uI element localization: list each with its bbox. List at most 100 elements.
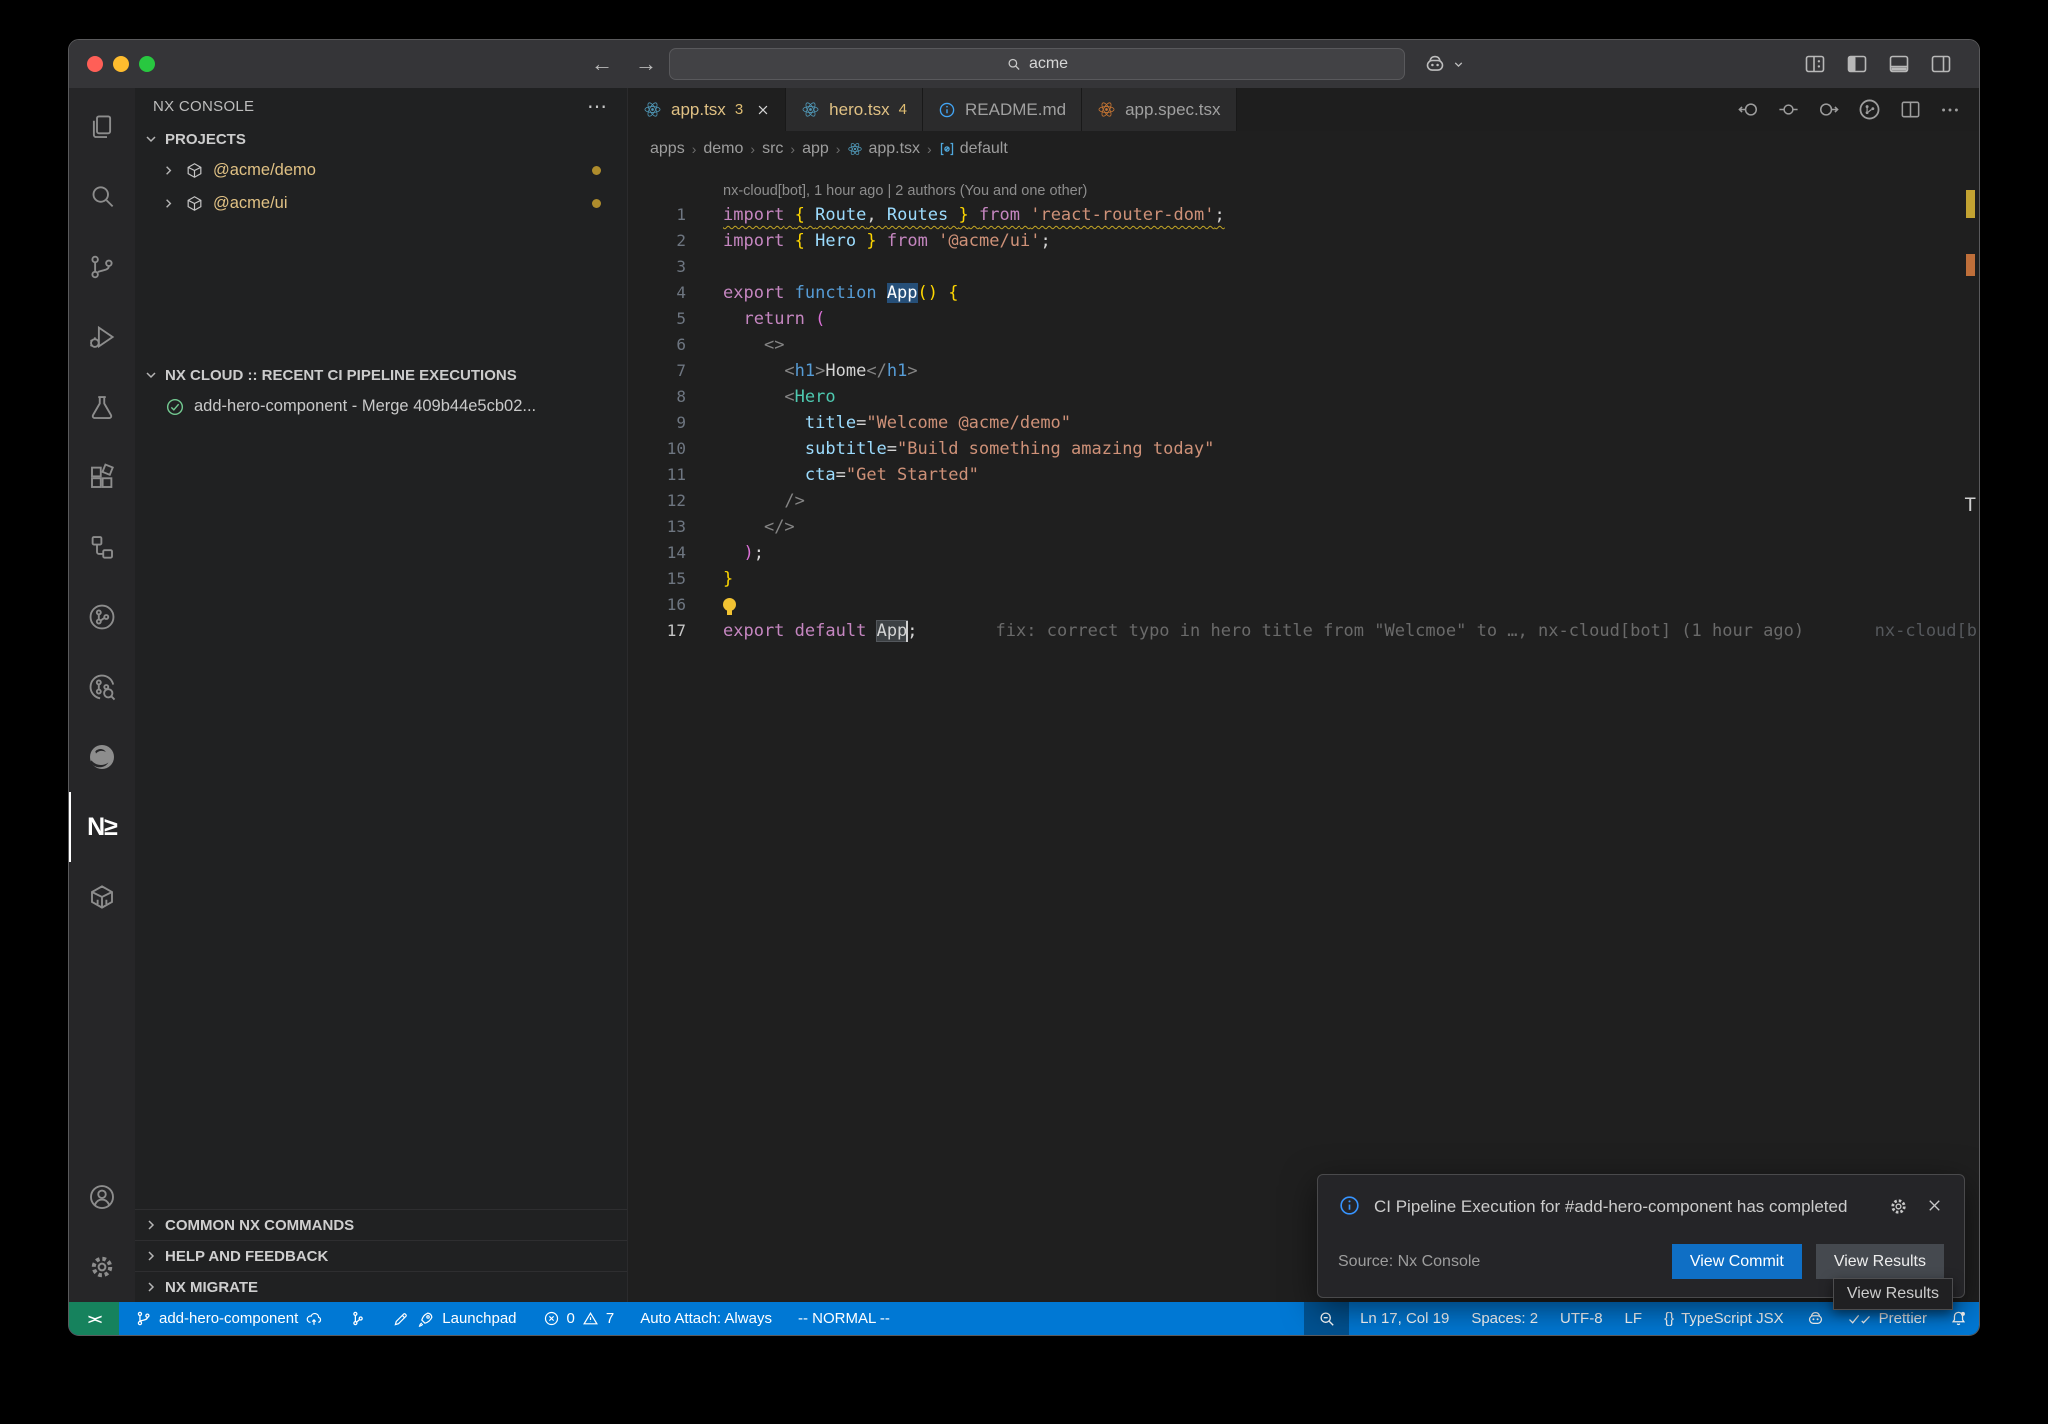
sidebar-item-source-control[interactable]	[69, 232, 135, 302]
code-line-2[interactable]: 2import { Hero } from '@acme/ui';	[628, 228, 1979, 254]
sidebar-item-extensions[interactable]	[69, 442, 135, 512]
settings-button[interactable]	[69, 1232, 135, 1302]
toggle-panel-icon[interactable]	[1887, 52, 1911, 76]
sidebar-more-actions-icon[interactable]: ⋯	[587, 94, 609, 119]
breadcrumb-item[interactable]: apps	[650, 140, 685, 158]
sidebar-item-containers[interactable]	[69, 862, 135, 932]
copilot-status-item[interactable]	[1795, 1302, 1836, 1335]
code-line-6[interactable]: 6 <>	[628, 332, 1979, 358]
view-results-button[interactable]: View Results	[1816, 1244, 1944, 1279]
source-control-graph-icon[interactable]	[1857, 97, 1882, 122]
code-line-1[interactable]: 1import { Route, Routes } from 'react-ro…	[628, 202, 1979, 228]
chevron-down-icon[interactable]	[1452, 58, 1465, 71]
close-tab-icon[interactable]	[756, 103, 770, 117]
close-icon[interactable]	[1925, 1196, 1944, 1215]
nx-cloud-section-header[interactable]: NX CLOUD :: RECENT CI PIPELINE EXECUTION…	[135, 360, 627, 390]
projects-section-header[interactable]: PROJECTS	[135, 124, 627, 154]
braces-icon: {}	[1664, 1310, 1674, 1327]
code-line-14[interactable]: 14 );	[628, 540, 1979, 566]
line-number: 8	[628, 384, 686, 410]
notification-settings-gear-icon[interactable]	[1888, 1196, 1909, 1217]
code-line-15[interactable]: 15}	[628, 566, 1979, 592]
split-editor-icon[interactable]	[1899, 98, 1922, 121]
copilot-icon[interactable]	[1423, 52, 1447, 76]
tab-app-tsx[interactable]: app.tsx 3	[628, 88, 786, 131]
tab-app-spec-tsx[interactable]: app.spec.tsx	[1082, 88, 1236, 131]
package-icon	[185, 161, 204, 180]
sidebar-item-edge-tools[interactable]	[69, 722, 135, 792]
breadcrumb-item-symbol[interactable]: default	[939, 140, 1008, 158]
code-line-9[interactable]: 9 title="Welcome @acme/demo"	[628, 410, 1979, 436]
launchpad-status-item[interactable]: Launchpad	[392, 1310, 516, 1328]
toggle-secondary-sidebar-icon[interactable]	[1929, 52, 1953, 76]
code-line-3[interactable]: 3	[628, 254, 1979, 280]
close-window-button[interactable]	[87, 56, 103, 72]
code-line-4[interactable]: 4export function App() {	[628, 280, 1979, 306]
breadcrumb-item[interactable]: demo	[703, 140, 743, 158]
run-debug-icon	[87, 322, 117, 352]
customize-layout-icon[interactable]	[1803, 52, 1827, 76]
sidebar-item-explorer[interactable]	[69, 92, 135, 162]
sidebar-item-references[interactable]	[69, 512, 135, 582]
minimize-window-button[interactable]	[113, 56, 129, 72]
line-number: 16	[628, 592, 686, 618]
branch-status-item[interactable]: add-hero-component	[135, 1310, 323, 1328]
code-line-16[interactable]: 16	[628, 592, 1979, 618]
account-button[interactable]	[69, 1162, 135, 1232]
section-common-nx-commands[interactable]: COMMON NX COMMANDS	[135, 1209, 627, 1240]
sidebar-item-run-debug[interactable]	[69, 302, 135, 372]
toggle-primary-sidebar-icon[interactable]	[1845, 52, 1869, 76]
cursor-position-status-item[interactable]: Ln 17, Col 19	[1349, 1302, 1460, 1335]
breadcrumb-item-file[interactable]: app.tsx	[847, 140, 920, 158]
code-line-8[interactable]: 8 <Hero	[628, 384, 1979, 410]
code-line-10[interactable]: 10 subtitle="Build something amazing tod…	[628, 436, 1979, 462]
code-line-11[interactable]: 11 cta="Get Started"	[628, 462, 1979, 488]
view-commit-button[interactable]: View Commit	[1672, 1244, 1802, 1279]
breadcrumb: apps › demo › src › app › app.tsx › defa…	[628, 131, 1979, 166]
code-line-17[interactable]: 17export default App;fix: correct typo i…	[628, 618, 1979, 644]
pipeline-execution-item[interactable]: add-hero-component - Merge 409b44e5cb02.…	[135, 390, 627, 423]
command-center-search[interactable]: acme	[669, 48, 1405, 80]
code-editor[interactable]: nx-cloud[bot], 1 hour ago | 2 authors (Y…	[628, 166, 1979, 1302]
lightbulb-icon[interactable]	[723, 598, 736, 611]
bell-icon	[1949, 1309, 1968, 1328]
history-back-button[interactable]: ←	[591, 51, 613, 77]
sidebar-item-gitlens-inspect[interactable]	[69, 652, 135, 722]
more-actions-icon[interactable]	[1939, 99, 1961, 121]
eol-status-item[interactable]: LF	[1614, 1302, 1654, 1335]
section-help-and-feedback[interactable]: HELP AND FEEDBACK	[135, 1240, 627, 1271]
code-line-7[interactable]: 7 <h1>Home</h1>	[628, 358, 1979, 384]
auto-attach-status-item[interactable]: Auto Attach: Always	[640, 1310, 772, 1327]
codelens-blame[interactable]: nx-cloud[bot], 1 hour ago | 2 authors (Y…	[723, 178, 1979, 202]
source-control-icon	[87, 252, 117, 282]
remote-indicator[interactable]: ><	[69, 1302, 119, 1335]
sidebar-item-gitlens[interactable]	[69, 582, 135, 652]
problems-status-item[interactable]: 0 7	[543, 1310, 615, 1327]
eol-label: LF	[1625, 1310, 1643, 1327]
history-forward-icon[interactable]	[1817, 98, 1840, 121]
tab-readme-md[interactable]: README.md	[923, 88, 1082, 131]
explorer-icon	[87, 112, 117, 142]
encoding-status-item[interactable]: UTF-8	[1549, 1302, 1614, 1335]
section-nx-migrate[interactable]: NX MIGRATE	[135, 1271, 627, 1302]
zoom-window-button[interactable]	[139, 56, 155, 72]
commit-graph-status-item[interactable]	[349, 1310, 366, 1327]
history-forward-button[interactable]: →	[635, 51, 657, 77]
breadcrumb-item[interactable]: src	[762, 140, 783, 158]
sidebar-item-nx-console[interactable]: N≥	[69, 792, 135, 862]
sidebar-item-testing[interactable]	[69, 372, 135, 442]
project-item-acme-demo[interactable]: @acme/demo	[135, 154, 627, 187]
language-status-item[interactable]: {} TypeScript JSX	[1653, 1302, 1795, 1335]
vim-mode-status-item[interactable]: -- NORMAL --	[798, 1310, 890, 1327]
sidebar-item-search[interactable]	[69, 162, 135, 232]
commit-node-icon[interactable]	[1777, 98, 1800, 121]
tab-hero-tsx[interactable]: hero.tsx 4	[786, 88, 923, 131]
code-line-12[interactable]: 12 />	[628, 488, 1979, 514]
zoom-status-item[interactable]	[1304, 1302, 1349, 1335]
code-line-13[interactable]: 13 </>	[628, 514, 1979, 540]
breadcrumb-item[interactable]: app	[802, 140, 829, 158]
code-line-5[interactable]: 5 return (	[628, 306, 1979, 332]
history-back-icon[interactable]	[1737, 98, 1760, 121]
indentation-status-item[interactable]: Spaces: 2	[1460, 1302, 1549, 1335]
project-item-acme-ui[interactable]: @acme/ui	[135, 187, 627, 220]
